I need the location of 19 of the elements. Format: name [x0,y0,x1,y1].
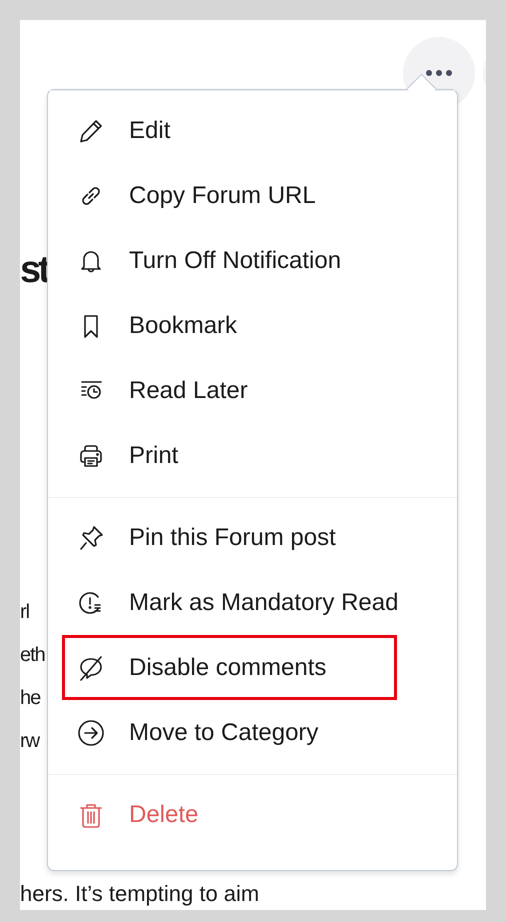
body-text: hers. It’s tempting to aim [20,880,260,908]
menu-item[interactable]: Copy Forum URL [48,163,457,228]
body-text: he [20,686,40,711]
menu-item[interactable]: Turn Off Notification [48,228,457,293]
body-text: eth [20,643,45,668]
menu-item[interactable]: Pin this Forum post [48,505,457,570]
menu-item[interactable]: Delete [48,782,457,847]
menu-item[interactable]: Print [48,423,457,488]
menu-item[interactable]: Edit [48,98,457,163]
menu-item[interactable]: Mark as Mandatory Read [48,570,457,635]
menu-item[interactable]: Disable comments [62,635,397,700]
menu-item[interactable]: Bookmark [48,293,457,358]
menu-item[interactable]: Move to Category [48,700,457,765]
body-text: rw [20,729,40,754]
crossed-bubble-icon [77,654,105,682]
heading-text: st [20,248,48,293]
arrow-circle-icon [77,718,105,746]
menu-item[interactable]: Read Later [48,358,457,423]
body-text: rl [20,600,30,625]
